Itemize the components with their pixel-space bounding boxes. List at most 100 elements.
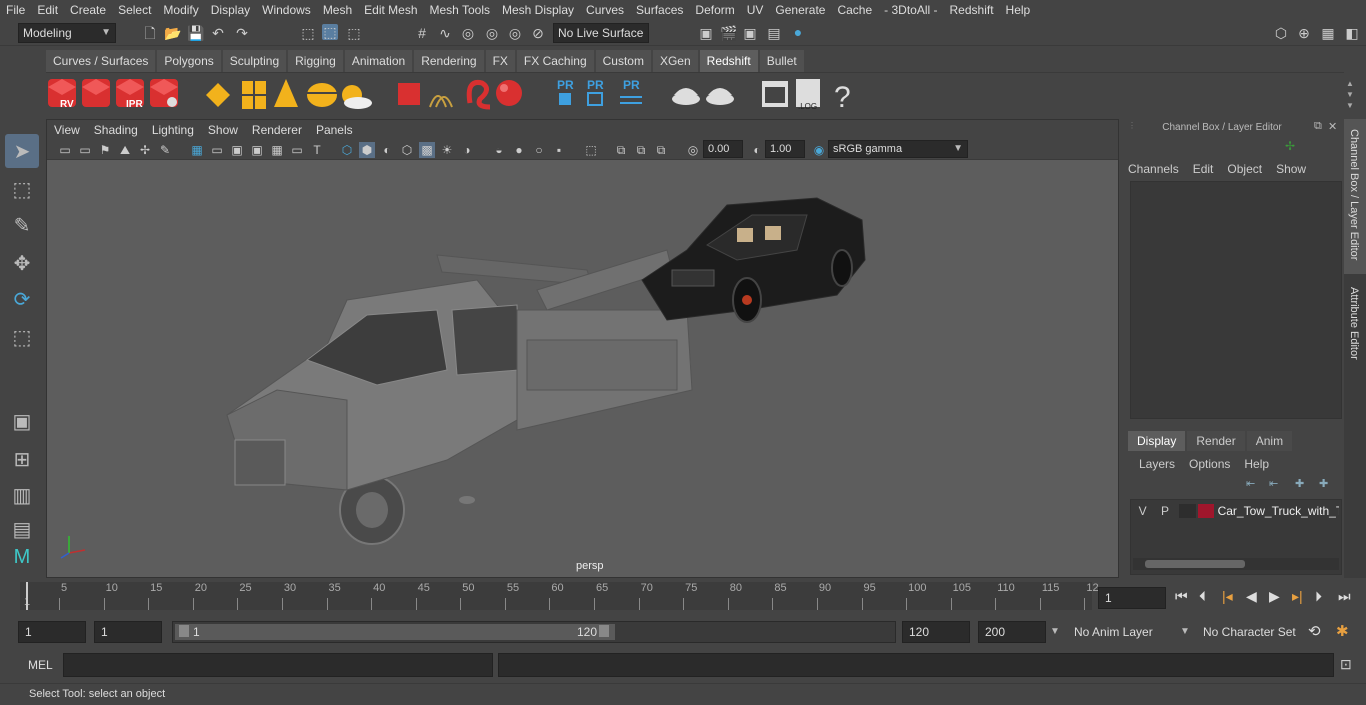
tab-polygons[interactable]: Polygons (157, 50, 222, 72)
tab-rigging[interactable]: Rigging (288, 50, 344, 72)
menu-edit[interactable]: Edit (31, 0, 64, 20)
layer-tab-display[interactable]: Display (1128, 431, 1186, 451)
redshift-settings-icon[interactable] (150, 79, 178, 107)
menu-display[interactable]: Display (205, 0, 256, 20)
le-menu-help[interactable]: Help (1244, 457, 1269, 471)
xray-icon[interactable]: ⧉ (613, 142, 629, 158)
chevron-down-icon[interactable]: ▼ (1050, 626, 1060, 637)
vp-menu-show[interactable]: Show (201, 120, 245, 140)
range-end-grip[interactable] (599, 625, 609, 637)
shadows-icon[interactable]: ◑ (459, 142, 475, 158)
select-components-icon[interactable]: ⬚ (346, 25, 362, 41)
pr-import-icon[interactable] (587, 92, 603, 106)
range-slider-handle[interactable]: 1 120 (175, 624, 615, 640)
tab-rendering[interactable]: Rendering (414, 50, 485, 72)
layer-display-type[interactable] (1178, 504, 1197, 518)
motion-blur-icon[interactable]: ● (511, 142, 527, 158)
redshift-render-icon[interactable] (82, 79, 110, 107)
xray-joints-icon[interactable]: ⧉ (633, 142, 649, 158)
redo-icon[interactable]: ↷ (234, 25, 250, 41)
select-objects-icon[interactable]: ⬚ (322, 24, 338, 40)
mel-input[interactable] (63, 653, 493, 677)
start-time-field[interactable]: 1 (18, 621, 86, 643)
layer-tab-anim[interactable]: Anim (1246, 431, 1293, 451)
help-question-icon[interactable]: ? (834, 81, 851, 114)
field-chart-icon[interactable]: ▦ (269, 142, 285, 158)
le-menu-options[interactable]: Options (1189, 457, 1230, 471)
play-forward-icon[interactable]: ▶ (1269, 588, 1280, 605)
undo-icon[interactable]: ↶ (210, 25, 226, 41)
layer-playback-toggle[interactable]: P (1155, 504, 1174, 518)
proxy-curve-icon[interactable] (466, 79, 491, 110)
move-layer-down-icon[interactable]: ⇤ (1269, 477, 1278, 490)
cb-menu-show[interactable]: Show (1276, 162, 1306, 176)
gate-mask-icon[interactable]: ▣ (249, 142, 265, 158)
shader-code-icon[interactable] (762, 81, 788, 107)
menu-3dtoall[interactable]: - 3DtoAll - (878, 0, 943, 20)
vp-menu-shading[interactable]: Shading (87, 120, 145, 140)
current-frame-field[interactable]: 1 (1098, 587, 1166, 609)
pr-swap-icon[interactable] (620, 96, 642, 104)
textured-icon[interactable]: ▩ (419, 142, 435, 158)
vp-menu-renderer[interactable]: Renderer (245, 120, 309, 140)
side-tab-channel-box[interactable]: Channel Box / Layer Editor (1344, 119, 1366, 274)
paint-select-icon[interactable]: ✎ (5, 208, 39, 242)
menu-modify[interactable]: Modify (157, 0, 204, 20)
volume-sphere-icon[interactable] (496, 80, 522, 106)
snap-point-icon[interactable]: ◎ (460, 25, 476, 41)
tab-sculpting[interactable]: Sculpting (222, 50, 288, 72)
light-rect-icon[interactable] (206, 83, 230, 107)
pr-export-icon[interactable] (559, 93, 571, 105)
vp-menu-panels[interactable]: Panels (309, 120, 360, 140)
isolate-select-icon[interactable]: ⬚ (583, 142, 599, 158)
camera-select-icon[interactable]: ▭ (57, 142, 73, 158)
bake-icon[interactable] (672, 88, 700, 105)
manipulator-icon[interactable]: ✢ (1285, 139, 1295, 153)
tab-xgen[interactable]: XGen (652, 50, 699, 72)
anti-alias-icon[interactable]: ○ (531, 142, 547, 158)
snap-view-icon[interactable]: ◎ (484, 25, 500, 41)
light-sun-icon[interactable] (342, 85, 372, 109)
chevron-down-icon[interactable]: ▼ (1180, 626, 1190, 637)
film-gate-icon[interactable]: ▭ (209, 142, 225, 158)
wireframe-on-shaded-icon[interactable]: ⬡ (399, 142, 415, 158)
layer-scrollbar[interactable] (1133, 558, 1339, 570)
open-scene-icon[interactable]: 📂 (164, 25, 181, 41)
2d-pan-icon[interactable]: ✢ (137, 142, 153, 158)
new-scene-icon[interactable]: 🗋 (142, 25, 158, 41)
safe-action-icon[interactable]: ▭ (289, 142, 305, 158)
side-tab-attribute-editor[interactable]: Attribute Editor (1344, 281, 1366, 377)
anim-layer-dropdown[interactable]: No Anim Layer (1068, 621, 1178, 643)
magnet-icon[interactable]: ⊘ (530, 25, 546, 41)
layer-name[interactable]: Car_Tow_Truck_with_T (1218, 504, 1339, 518)
vp-menu-lighting[interactable]: Lighting (145, 120, 201, 140)
layer-row[interactable]: V P Car_Tow_Truck_with_T (1133, 502, 1339, 520)
camera-attr-icon[interactable]: ▭ (77, 142, 93, 158)
sedan-car-model[interactable] (641, 197, 866, 323)
two-pane-layout-icon[interactable]: ▥ (5, 478, 39, 512)
menu-select[interactable]: Select (112, 0, 157, 20)
bake-set-icon[interactable] (706, 88, 734, 105)
move-tool-icon[interactable]: ✥ (5, 246, 39, 280)
cb-menu-object[interactable]: Object (1227, 162, 1262, 176)
end-time-field[interactable]: 200 (978, 621, 1046, 643)
bookmark-icon[interactable]: ⚑ (97, 142, 113, 158)
colorspace-dropdown[interactable]: sRGB gamma ▼ (828, 140, 968, 158)
exposure-field[interactable]: 0.00 (703, 140, 743, 158)
range-start-grip[interactable] (179, 625, 189, 637)
viewport-canvas[interactable]: persp (47, 160, 1118, 577)
menu-help[interactable]: Help (1000, 0, 1037, 20)
go-to-start-icon[interactable]: ⏮ (1175, 588, 1188, 605)
vp-menu-view[interactable]: View (47, 120, 87, 140)
menu-mesh-display[interactable]: Mesh Display (496, 0, 580, 20)
tab-custom[interactable]: Custom (595, 50, 652, 72)
scale-tool-icon[interactable]: ⬚ (5, 320, 39, 354)
default-material-icon[interactable]: ◐ (379, 142, 395, 158)
menu-mesh[interactable]: Mesh (317, 0, 358, 20)
new-layer-selected-icon[interactable]: ✚ (1319, 477, 1328, 490)
layer-scrollbar-thumb[interactable] (1145, 560, 1245, 568)
step-forward-key-icon[interactable]: ⏵ (1315, 588, 1322, 605)
tab-animation[interactable]: Animation (344, 50, 414, 72)
layer-color-swatch[interactable] (1198, 504, 1214, 518)
layer-visibility-toggle[interactable]: V (1133, 504, 1152, 518)
